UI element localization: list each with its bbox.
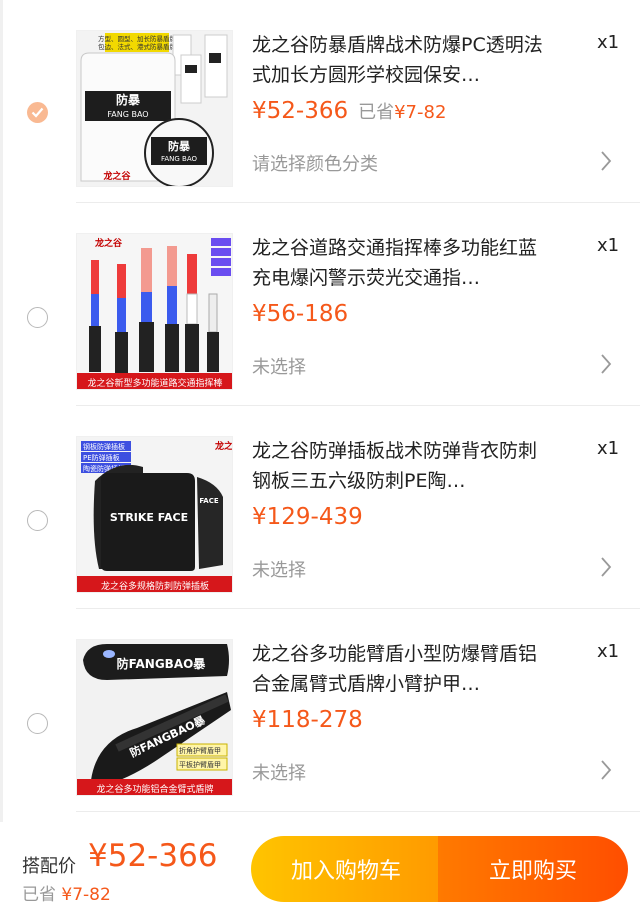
- buy-now-button[interactable]: 立即购买: [438, 836, 628, 902]
- zoom-sublabel: FANG BAO: [161, 155, 198, 163]
- brand-logo: 龙之谷: [94, 237, 123, 249]
- price-row: ¥56-186: [252, 301, 348, 327]
- chevron-right-icon[interactable]: [600, 556, 612, 578]
- image-caption: 龙之谷新型多功能道路交通指挥棒: [87, 377, 222, 389]
- select-radio[interactable]: [27, 713, 48, 734]
- price-row: ¥52-366 已省 ¥7-82: [252, 98, 446, 124]
- shield-sublabel: FANG BAO: [107, 110, 148, 119]
- price-row: ¥129-439: [252, 504, 363, 530]
- list-item: 方型、圆型、加长防暴盾牌 包边、法式、港式防暴盾牌 防暴 FANG BAO 防暴…: [0, 0, 640, 203]
- product-title[interactable]: 龙之谷防暴盾牌战术防爆PC透明法式加长方圆形学校园保安…: [252, 30, 552, 90]
- select-radio[interactable]: [27, 510, 48, 531]
- chevron-right-icon[interactable]: [600, 759, 612, 781]
- image-tag: PE防弹插板: [83, 453, 120, 462]
- banner-line-1: 方型、圆型、加长防暴盾牌: [98, 34, 177, 43]
- product-title[interactable]: 龙之谷多功能臂盾小型防爆臂盾铝合金属臂式盾牌小臂护甲…: [252, 639, 552, 699]
- sku-option-selector[interactable]: 未选择: [252, 759, 306, 785]
- chevron-right-icon[interactable]: [600, 353, 612, 375]
- banner-line-2: 包边、法式、港式防暴盾牌: [98, 42, 177, 51]
- combo-saving-label: 已省: [22, 885, 56, 905]
- saving-amount: ¥7-82: [394, 102, 447, 123]
- price: ¥118-278: [252, 707, 363, 733]
- add-to-cart-button[interactable]: 加入购物车: [251, 836, 441, 902]
- product-image[interactable]: 龙之谷 龙之谷新型多功能道路交通指挥棒: [76, 233, 233, 390]
- sku-option-selector[interactable]: 未选择: [252, 556, 306, 582]
- plate-side-text: FACE: [199, 497, 219, 505]
- list-item: 龙之谷 龙之谷新型多功能道路交通指挥棒 龙之谷道路交通指挥棒多功能红蓝充电爆闪警…: [0, 203, 640, 406]
- image-caption: 龙之谷多规格防刺防弹插板: [101, 580, 209, 592]
- combo-price: ¥52-366: [88, 838, 218, 874]
- brand-logo: 龙之谷: [102, 170, 131, 182]
- image-tag: 平板护臂盾甲: [179, 760, 221, 769]
- price: ¥129-439: [252, 504, 363, 530]
- check-icon: [31, 107, 44, 118]
- saving-label: 已省: [358, 102, 395, 123]
- shield-top-text: 防FANGBAO暴: [117, 656, 207, 671]
- price-row: ¥118-278: [252, 707, 363, 733]
- combo-price-label: 搭配价: [22, 856, 76, 877]
- product-title[interactable]: 龙之谷道路交通指挥棒多功能红蓝充电爆闪警示荧光交通指…: [252, 233, 552, 293]
- product-title[interactable]: 龙之谷防弹插板战术防弹背衣防刺钢板三五六级防刺PE陶…: [252, 436, 552, 496]
- combo-product-list: 方型、圆型、加长防暴盾牌 包边、法式、港式防暴盾牌 防暴 FANG BAO 防暴…: [0, 0, 640, 812]
- select-radio-checked[interactable]: [27, 102, 48, 123]
- image-tag: 钢板防弹插板: [83, 442, 125, 451]
- sku-option-selector[interactable]: 未选择: [252, 353, 306, 379]
- list-item: 钢板防弹插板 PE防弹插板 陶瓷防弹插板 龙之谷 STRIKE FACE FAC…: [0, 406, 640, 609]
- divider: [76, 811, 640, 812]
- price: ¥56-186: [252, 301, 349, 327]
- quantity: x1: [597, 641, 620, 662]
- quantity: x1: [597, 235, 620, 256]
- combo-saving: 已省 ¥7-82: [22, 880, 111, 905]
- plate-text: STRIKE FACE: [110, 511, 188, 524]
- zoom-label: 防暴: [168, 139, 191, 153]
- sku-option-selector[interactable]: 请选择颜色分类: [252, 150, 378, 176]
- image-tag: 折角护臂盾甲: [179, 746, 221, 755]
- shield-label: 防暴: [116, 92, 141, 107]
- product-image[interactable]: 防FANGBAO暴 防FANGBAO暴 折角护臂盾甲 平板护臂盾甲 龙之谷多功能…: [76, 639, 233, 796]
- image-caption: 龙之谷多功能铝合金臂式盾牌: [96, 783, 213, 795]
- chevron-right-icon[interactable]: [600, 150, 612, 172]
- brand-logo: 龙之谷: [214, 440, 233, 452]
- product-image[interactable]: 方型、圆型、加长防暴盾牌 包边、法式、港式防暴盾牌 防暴 FANG BAO 防暴…: [76, 30, 233, 187]
- combo-saving-amount: ¥7-82: [61, 885, 111, 905]
- list-item: 防FANGBAO暴 防FANGBAO暴 折角护臂盾甲 平板护臂盾甲 龙之谷多功能…: [0, 609, 640, 812]
- price: ¥52-366: [252, 98, 349, 124]
- select-radio[interactable]: [27, 307, 48, 328]
- product-image[interactable]: 钢板防弹插板 PE防弹插板 陶瓷防弹插板 龙之谷 STRIKE FACE FAC…: [76, 436, 233, 593]
- quantity: x1: [597, 32, 620, 53]
- bottom-action-bar: 搭配价 ¥52-366 已省 ¥7-82 加入购物车 立即购买: [0, 822, 640, 905]
- quantity: x1: [597, 438, 620, 459]
